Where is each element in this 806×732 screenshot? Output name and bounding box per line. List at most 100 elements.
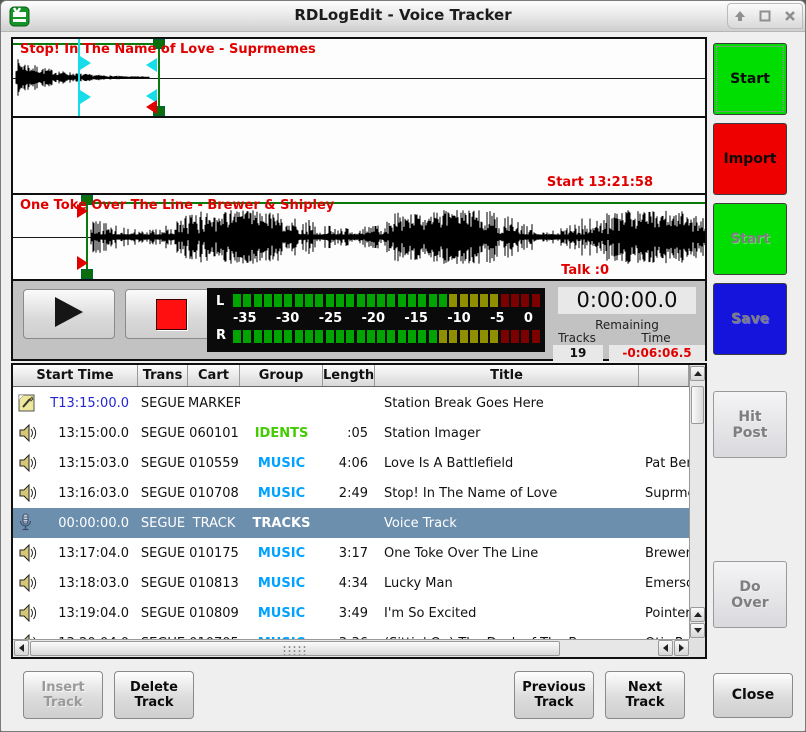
cell-cart: 010708: [188, 486, 240, 501]
previous-track-button[interactable]: Previous Track: [514, 671, 594, 719]
fade-marker-icon[interactable]: [80, 56, 91, 70]
cell-title: Station Imager: [375, 426, 639, 441]
column-header-group[interactable]: Group: [240, 365, 323, 386]
remaining-time-value: -0:06:06.5: [609, 345, 705, 361]
cell-title: Stop! In The Name of Love: [375, 486, 639, 501]
cell-title: Voice Track: [375, 516, 639, 531]
meter-left-label: L: [216, 294, 224, 309]
close-window-icon[interactable]: [780, 6, 800, 26]
log-row[interactable]: T13:15:00.0SEGUEMARKERStation Break Goes…: [13, 388, 689, 418]
cell-group: TRACKS: [240, 516, 323, 531]
mic-icon: [18, 513, 38, 534]
column-header-cart[interactable]: Cart: [188, 365, 240, 386]
speaker-icon: [18, 574, 38, 592]
vertical-scrollbar[interactable]: [689, 365, 705, 639]
vertical-scrollbar-thumb[interactable]: [691, 386, 704, 424]
cell-length: 4:34: [323, 576, 375, 591]
remaining-tracks-value: 19: [553, 345, 603, 361]
cell-start-time: 13:16:03.0: [13, 484, 138, 502]
log-table-header: Start TimeTransCartGroupLengthTitle: [13, 365, 689, 387]
voice-tracker-panel: Stop! In The Name of Love - Suprmemes St…: [11, 37, 707, 279]
log-row[interactable]: 13:15:00.0SEGUE060101IDENTS:05Station Im…: [13, 418, 689, 448]
play-icon: [49, 296, 89, 332]
remaining-tracks-label: Tracks: [544, 331, 610, 345]
meter-left-bar: [233, 294, 542, 307]
log-row[interactable]: 13:19:04.0SEGUE010809MUSIC3:49I'm So Exc…: [13, 598, 689, 628]
speaker-icon: [18, 424, 38, 442]
scroll-up-icon[interactable]: [690, 607, 705, 622]
meter-tick-label: -15: [404, 311, 428, 326]
remaining-time-label: Time: [611, 331, 701, 345]
cell-cart: 010809: [188, 606, 240, 621]
shade-window-icon[interactable]: [730, 6, 750, 26]
cell-group: MUSIC: [240, 576, 323, 591]
track1-waveform-pane[interactable]: Stop! In The Name of Love - Suprmemes: [13, 39, 705, 118]
meter-tick-label: -25: [319, 311, 343, 326]
column-header-title[interactable]: Title: [375, 365, 639, 386]
scroll-left-icon[interactable]: [658, 640, 673, 656]
start-play-button[interactable]: Start: [713, 203, 787, 275]
cell-start-time: 13:18:03.0: [13, 574, 138, 592]
cell-title: Love Is A Battlefield: [375, 456, 639, 471]
fade-marker-icon[interactable]: [80, 90, 91, 104]
speaker-icon: [18, 544, 38, 562]
cell-artist: Pat Benatar: [639, 456, 689, 471]
horizontal-scrollbar[interactable]: [13, 639, 693, 657]
start-handle-bottom[interactable]: [81, 269, 93, 279]
scroll-up-icon[interactable]: [690, 366, 705, 381]
log-row[interactable]: 13:16:03.0SEGUE010708MUSIC2:49Stop! In T…: [13, 478, 689, 508]
cell-artist: Pointer Sisters: [639, 606, 689, 621]
cell-cart: 010813: [188, 576, 240, 591]
scroll-right-icon[interactable]: [674, 640, 689, 656]
next-track-button[interactable]: Next Track: [605, 671, 685, 719]
import-button[interactable]: Import: [713, 123, 787, 195]
voicetrack-pane[interactable]: Start 13:21:58: [13, 118, 705, 195]
horizontal-scrollbar-thumb[interactable]: [30, 641, 560, 656]
meter-tick-label: -35: [233, 311, 257, 326]
cell-trans: SEGUE: [138, 456, 188, 471]
cell-start-time: 13:15:03.0: [13, 454, 138, 472]
do-over-button[interactable]: Do Over: [713, 561, 787, 628]
cell-group: IDENTS: [240, 426, 323, 441]
hit-post-button[interactable]: Hit Post: [713, 391, 787, 458]
column-header-start-time[interactable]: Start Time: [13, 365, 138, 386]
stop-button[interactable]: [125, 289, 217, 339]
cell-trans: SEGUE: [138, 516, 188, 531]
meter-tick-label: 0: [524, 311, 533, 326]
insert-track-button[interactable]: Insert Track: [23, 671, 103, 719]
column-header-extra[interactable]: [639, 365, 689, 386]
log-row[interactable]: 13:20:04.0SEGUE010705MUSIC3:36(Sittin' O…: [13, 628, 689, 639]
cell-group: MUSIC: [240, 546, 323, 561]
close-button[interactable]: Close: [713, 673, 793, 718]
speaker-icon: [18, 454, 38, 472]
meter-right-bar: [233, 330, 542, 343]
play-button[interactable]: [23, 289, 115, 339]
window-controls: [727, 3, 803, 29]
track2-title: One Toke Over The Line - Brewer & Shiple…: [20, 198, 334, 213]
cell-start-time: T13:15:00.0: [13, 394, 138, 412]
cell-length: 4:06: [323, 456, 375, 471]
log-row[interactable]: 13:15:03.0SEGUE010559MUSIC4:06Love Is A …: [13, 448, 689, 478]
start-record-button[interactable]: Start: [713, 43, 787, 115]
scroll-down-icon[interactable]: [690, 623, 705, 638]
delete-track-button[interactable]: Delete Track: [114, 671, 194, 719]
note-icon: [18, 394, 38, 412]
start-marker-icon[interactable]: [77, 256, 88, 270]
maximize-window-icon[interactable]: [755, 6, 775, 26]
log-row[interactable]: 13:17:04.0SEGUE010175MUSIC3:17One Toke O…: [13, 538, 689, 568]
log-row-selected[interactable]: 00:00:00.0SEGUETRACKTRACKSVoice Track: [13, 508, 689, 538]
log-row[interactable]: 13:18:03.0SEGUE010813MUSIC4:34Lucky ManE…: [13, 568, 689, 598]
remaining-label: Remaining: [558, 318, 696, 332]
column-header-trans[interactable]: Trans: [138, 365, 188, 386]
save-button[interactable]: Save: [713, 283, 787, 355]
cell-trans: SEGUE: [138, 606, 188, 621]
cell-cart: TRACK: [188, 516, 240, 531]
titlebar[interactable]: RDLogEdit - Voice Tracker: [1, 1, 805, 32]
thumb-grip: [282, 645, 308, 655]
cell-length: 3:49: [323, 606, 375, 621]
fade-marker-icon[interactable]: [146, 58, 157, 72]
scroll-left-icon[interactable]: [14, 640, 29, 656]
end-marker-icon[interactable]: [146, 100, 157, 114]
track2-waveform-pane[interactable]: One Toke Over The Line - Brewer & Shiple…: [13, 195, 705, 279]
column-header-length[interactable]: Length: [323, 365, 375, 386]
